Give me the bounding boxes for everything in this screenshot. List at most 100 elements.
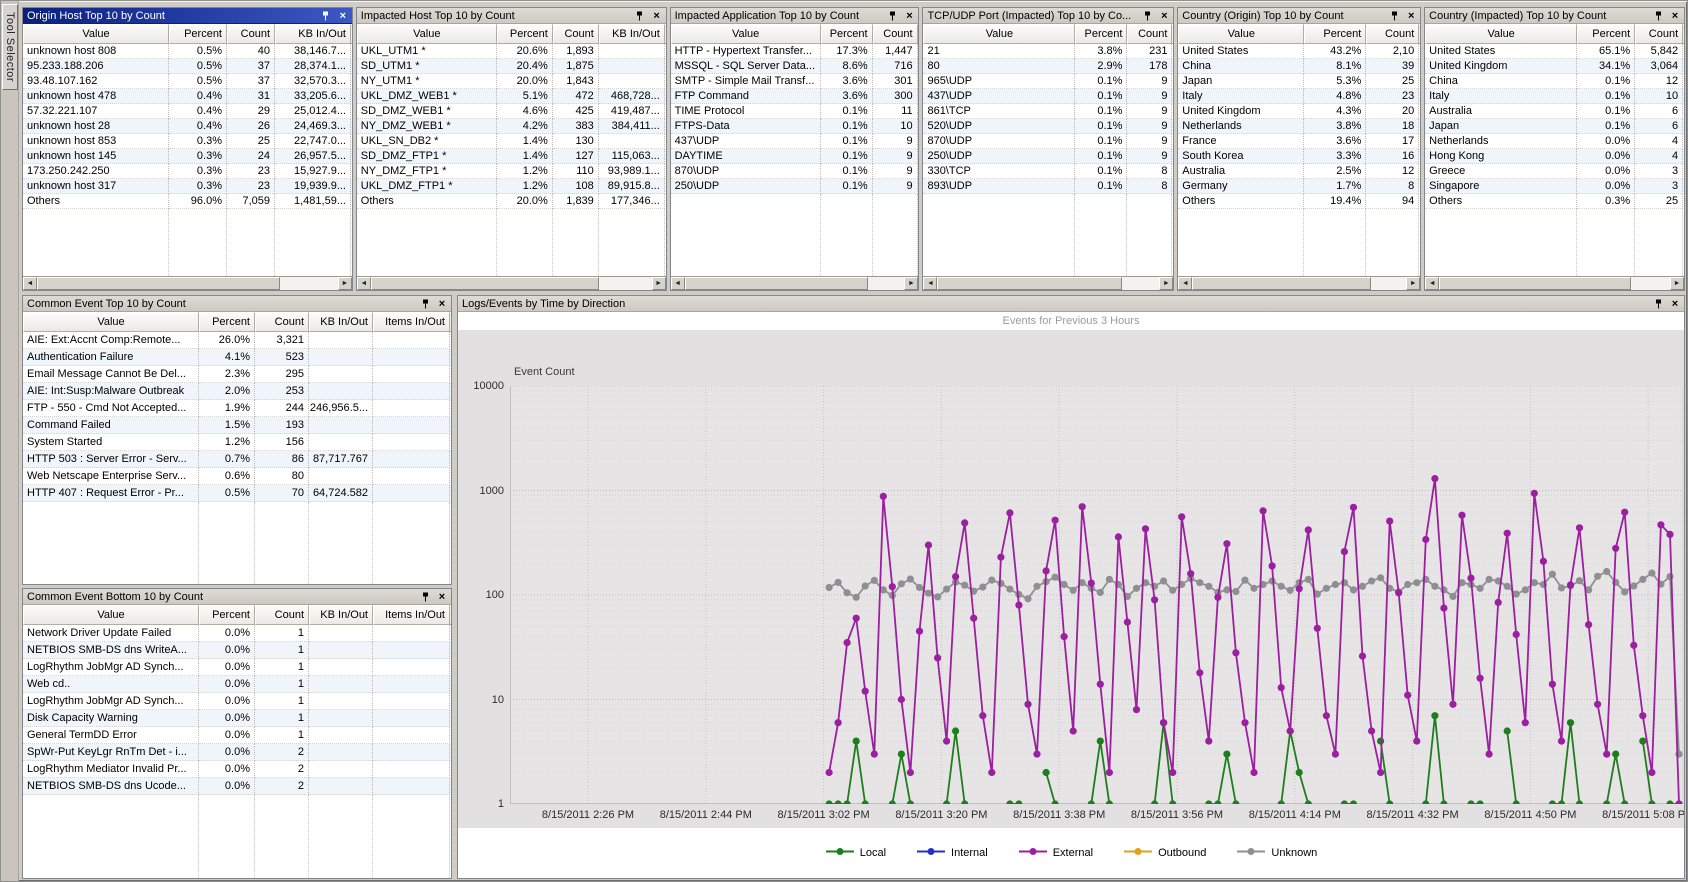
h-scrollbar[interactable]: ◄► — [923, 276, 1173, 290]
table-row[interactable]: Netherlands0.0%4 — [1425, 134, 1684, 149]
pin-icon[interactable] — [419, 591, 431, 603]
column-header-value[interactable]: Value — [1425, 24, 1577, 44]
column-header-value[interactable]: Value — [357, 24, 497, 44]
table-row[interactable]: Web Netscape Enterprise Serv...0.6%80 — [23, 468, 451, 485]
table-row[interactable]: 250\UDP0.1%9 — [671, 179, 919, 194]
pin-icon[interactable] — [1141, 10, 1153, 22]
pin-icon[interactable] — [1652, 10, 1664, 22]
column-header-value[interactable]: Value — [23, 312, 199, 332]
column-header-percent[interactable]: Percent — [821, 24, 873, 44]
panel-titlebar[interactable]: Common Event Bottom 10 by Count× — [23, 589, 451, 605]
table-row[interactable]: Hong Kong0.0%4 — [1425, 149, 1684, 164]
table-row[interactable]: 870\UDP0.1%9 — [923, 134, 1173, 149]
table-row[interactable]: NETBIOS SMB-DS dns Ucode...0.0%2 — [23, 778, 451, 795]
table-row[interactable]: Web cd..0.0%1 — [23, 676, 451, 693]
table-row[interactable]: AIE: Ext:Accnt Comp:Remote...26.0%3,321 — [23, 332, 451, 349]
column-header-count[interactable]: Count — [1127, 24, 1172, 44]
scrollbar-track[interactable] — [1371, 277, 1406, 290]
scrollbar-track[interactable] — [1122, 277, 1159, 290]
scroll-right-button[interactable]: ► — [1406, 277, 1420, 290]
table-row[interactable]: HTTP 503 : Server Error - Serv...0.7%868… — [23, 451, 451, 468]
legend-item-internal[interactable]: Internal — [916, 847, 988, 859]
table-row[interactable]: Others19.4%94 — [1178, 194, 1420, 209]
table-row[interactable]: 250\UDP0.1%9 — [923, 149, 1173, 164]
scroll-right-button[interactable]: ► — [1159, 277, 1173, 290]
column-header-count[interactable]: Count — [255, 605, 309, 625]
table-row[interactable]: HTTP - Hypertext Transfer...17.3%1,447 — [671, 44, 919, 59]
scroll-right-button[interactable]: ► — [904, 277, 918, 290]
scroll-right-button[interactable]: ► — [1670, 277, 1684, 290]
panel-titlebar[interactable]: Impacted Application Top 10 by Count× — [671, 8, 919, 24]
table-row[interactable]: 437\UDP0.1%9 — [671, 134, 919, 149]
column-header-percent[interactable]: Percent — [169, 24, 227, 44]
table-row[interactable]: unknown host 4780.4%3133,205.6... — [23, 89, 352, 104]
table-row[interactable]: LogRhythm JobMgr AD Synch...0.0%1 — [23, 693, 451, 710]
table-row[interactable]: Japan0.1%6 — [1425, 119, 1684, 134]
h-scrollbar[interactable]: ◄► — [1178, 276, 1420, 290]
column-header-value[interactable]: Value — [923, 24, 1075, 44]
table-row[interactable]: China0.1%12 — [1425, 74, 1684, 89]
column-header-kb-in-out[interactable]: KB In/Out — [275, 24, 351, 44]
scroll-left-button[interactable]: ◄ — [357, 277, 371, 290]
column-header-kb-in-out[interactable]: KB In/Out — [599, 24, 665, 44]
scrollbar-thumb[interactable] — [1439, 277, 1631, 290]
scrollbar-thumb[interactable] — [1192, 277, 1371, 290]
close-icon[interactable]: × — [1405, 10, 1417, 22]
table-row[interactable]: LogRhythm JobMgr AD Synch...0.0%1 — [23, 659, 451, 676]
table-row[interactable]: 93.48.107.1620.5%3732,570.3... — [23, 74, 352, 89]
table-row[interactable]: Italy4.8%23 — [1178, 89, 1420, 104]
table-row[interactable]: NY_DMZ_WEB1 *4.2%383384,411... — [357, 119, 666, 134]
table-row[interactable]: AIE: Int:Susp:Malware Outbreak2.0%253 — [23, 383, 451, 400]
table-row[interactable]: unknown host 8530.3%2522,747.0... — [23, 134, 352, 149]
table-row[interactable]: United Kingdom4.3%20 — [1178, 104, 1420, 119]
table-row[interactable]: Japan5.3%25 — [1178, 74, 1420, 89]
table-row[interactable]: 893\UDP0.1%8 — [923, 179, 1173, 194]
close-icon[interactable]: × — [337, 10, 349, 22]
table-row[interactable]: NY_UTM1 *20.0%1,843 — [357, 74, 666, 89]
close-icon[interactable]: × — [903, 10, 915, 22]
table-row[interactable]: South Korea3.3%16 — [1178, 149, 1420, 164]
scrollbar-track[interactable] — [599, 277, 651, 290]
table-row[interactable]: TIME Protocol0.1%11 — [671, 104, 919, 119]
column-header-count[interactable]: Count — [553, 24, 599, 44]
legend-item-unknown[interactable]: Unknown — [1236, 847, 1317, 859]
table-row[interactable]: Greece0.0%3 — [1425, 164, 1684, 179]
table-row[interactable]: 802.9%178 — [923, 59, 1173, 74]
table-row[interactable]: NY_DMZ_FTP1 *1.2%11093,989.1... — [357, 164, 666, 179]
pin-icon[interactable] — [1388, 10, 1400, 22]
legend-item-external[interactable]: External — [1018, 847, 1093, 859]
column-header-value[interactable]: Value — [23, 24, 169, 44]
table-row[interactable]: Command Failed1.5%193 — [23, 417, 451, 434]
tool-selector-tab[interactable]: Tool Selector — [2, 4, 18, 90]
table-row[interactable]: China8.1%39 — [1178, 59, 1420, 74]
table-row[interactable]: 861\TCP0.1%9 — [923, 104, 1173, 119]
table-row[interactable]: 173.250.242.2500.3%2315,927.9... — [23, 164, 352, 179]
legend-item-local[interactable]: Local — [825, 847, 886, 859]
scrollbar-thumb[interactable] — [685, 277, 868, 290]
scrollbar-thumb[interactable] — [937, 277, 1122, 290]
table-row[interactable]: LogRhythm Mediator Invalid Pr...0.0%2 — [23, 761, 451, 778]
table-row[interactable]: United Kingdom34.1%3,064 — [1425, 59, 1684, 74]
scrollbar-track[interactable] — [280, 277, 338, 290]
table-row[interactable]: Singapore0.0%3 — [1425, 179, 1684, 194]
table-row[interactable]: UKL_UTM1 *20.6%1,893 — [357, 44, 666, 59]
h-scrollbar[interactable]: ◄► — [357, 276, 666, 290]
scroll-right-button[interactable]: ► — [338, 277, 352, 290]
table-row[interactable]: 520\UDP0.1%9 — [923, 119, 1173, 134]
close-icon[interactable]: × — [651, 10, 663, 22]
column-header-percent[interactable]: Percent — [497, 24, 553, 44]
table-row[interactable]: Germany1.7%8 — [1178, 179, 1420, 194]
table-row[interactable]: SpWr-Put KeyLgr RnTm Det - i...0.0%2 — [23, 744, 451, 761]
table-row[interactable]: FTPS-Data0.1%10 — [671, 119, 919, 134]
panel-titlebar[interactable]: Common Event Top 10 by Count× — [23, 296, 451, 312]
column-header-items-in-out[interactable]: Items In/Out — [373, 605, 450, 625]
pin-icon[interactable] — [320, 10, 332, 22]
table-row[interactable]: FTP - 550 - Cmd Not Accepted...1.9%24424… — [23, 400, 451, 417]
column-header-kb-in-out[interactable]: KB In/Out — [309, 605, 373, 625]
table-row[interactable]: 330\TCP0.1%8 — [923, 164, 1173, 179]
table-row[interactable]: UKL_DMZ_FTP1 *1.2%10889,915.8... — [357, 179, 666, 194]
table-row[interactable]: France3.6%17 — [1178, 134, 1420, 149]
panel-titlebar[interactable]: Country (Origin) Top 10 by Count× — [1178, 8, 1420, 24]
panel-titlebar[interactable]: TCP/UDP Port (Impacted) Top 10 by Co...× — [923, 8, 1173, 24]
table-row[interactable]: Italy0.1%10 — [1425, 89, 1684, 104]
